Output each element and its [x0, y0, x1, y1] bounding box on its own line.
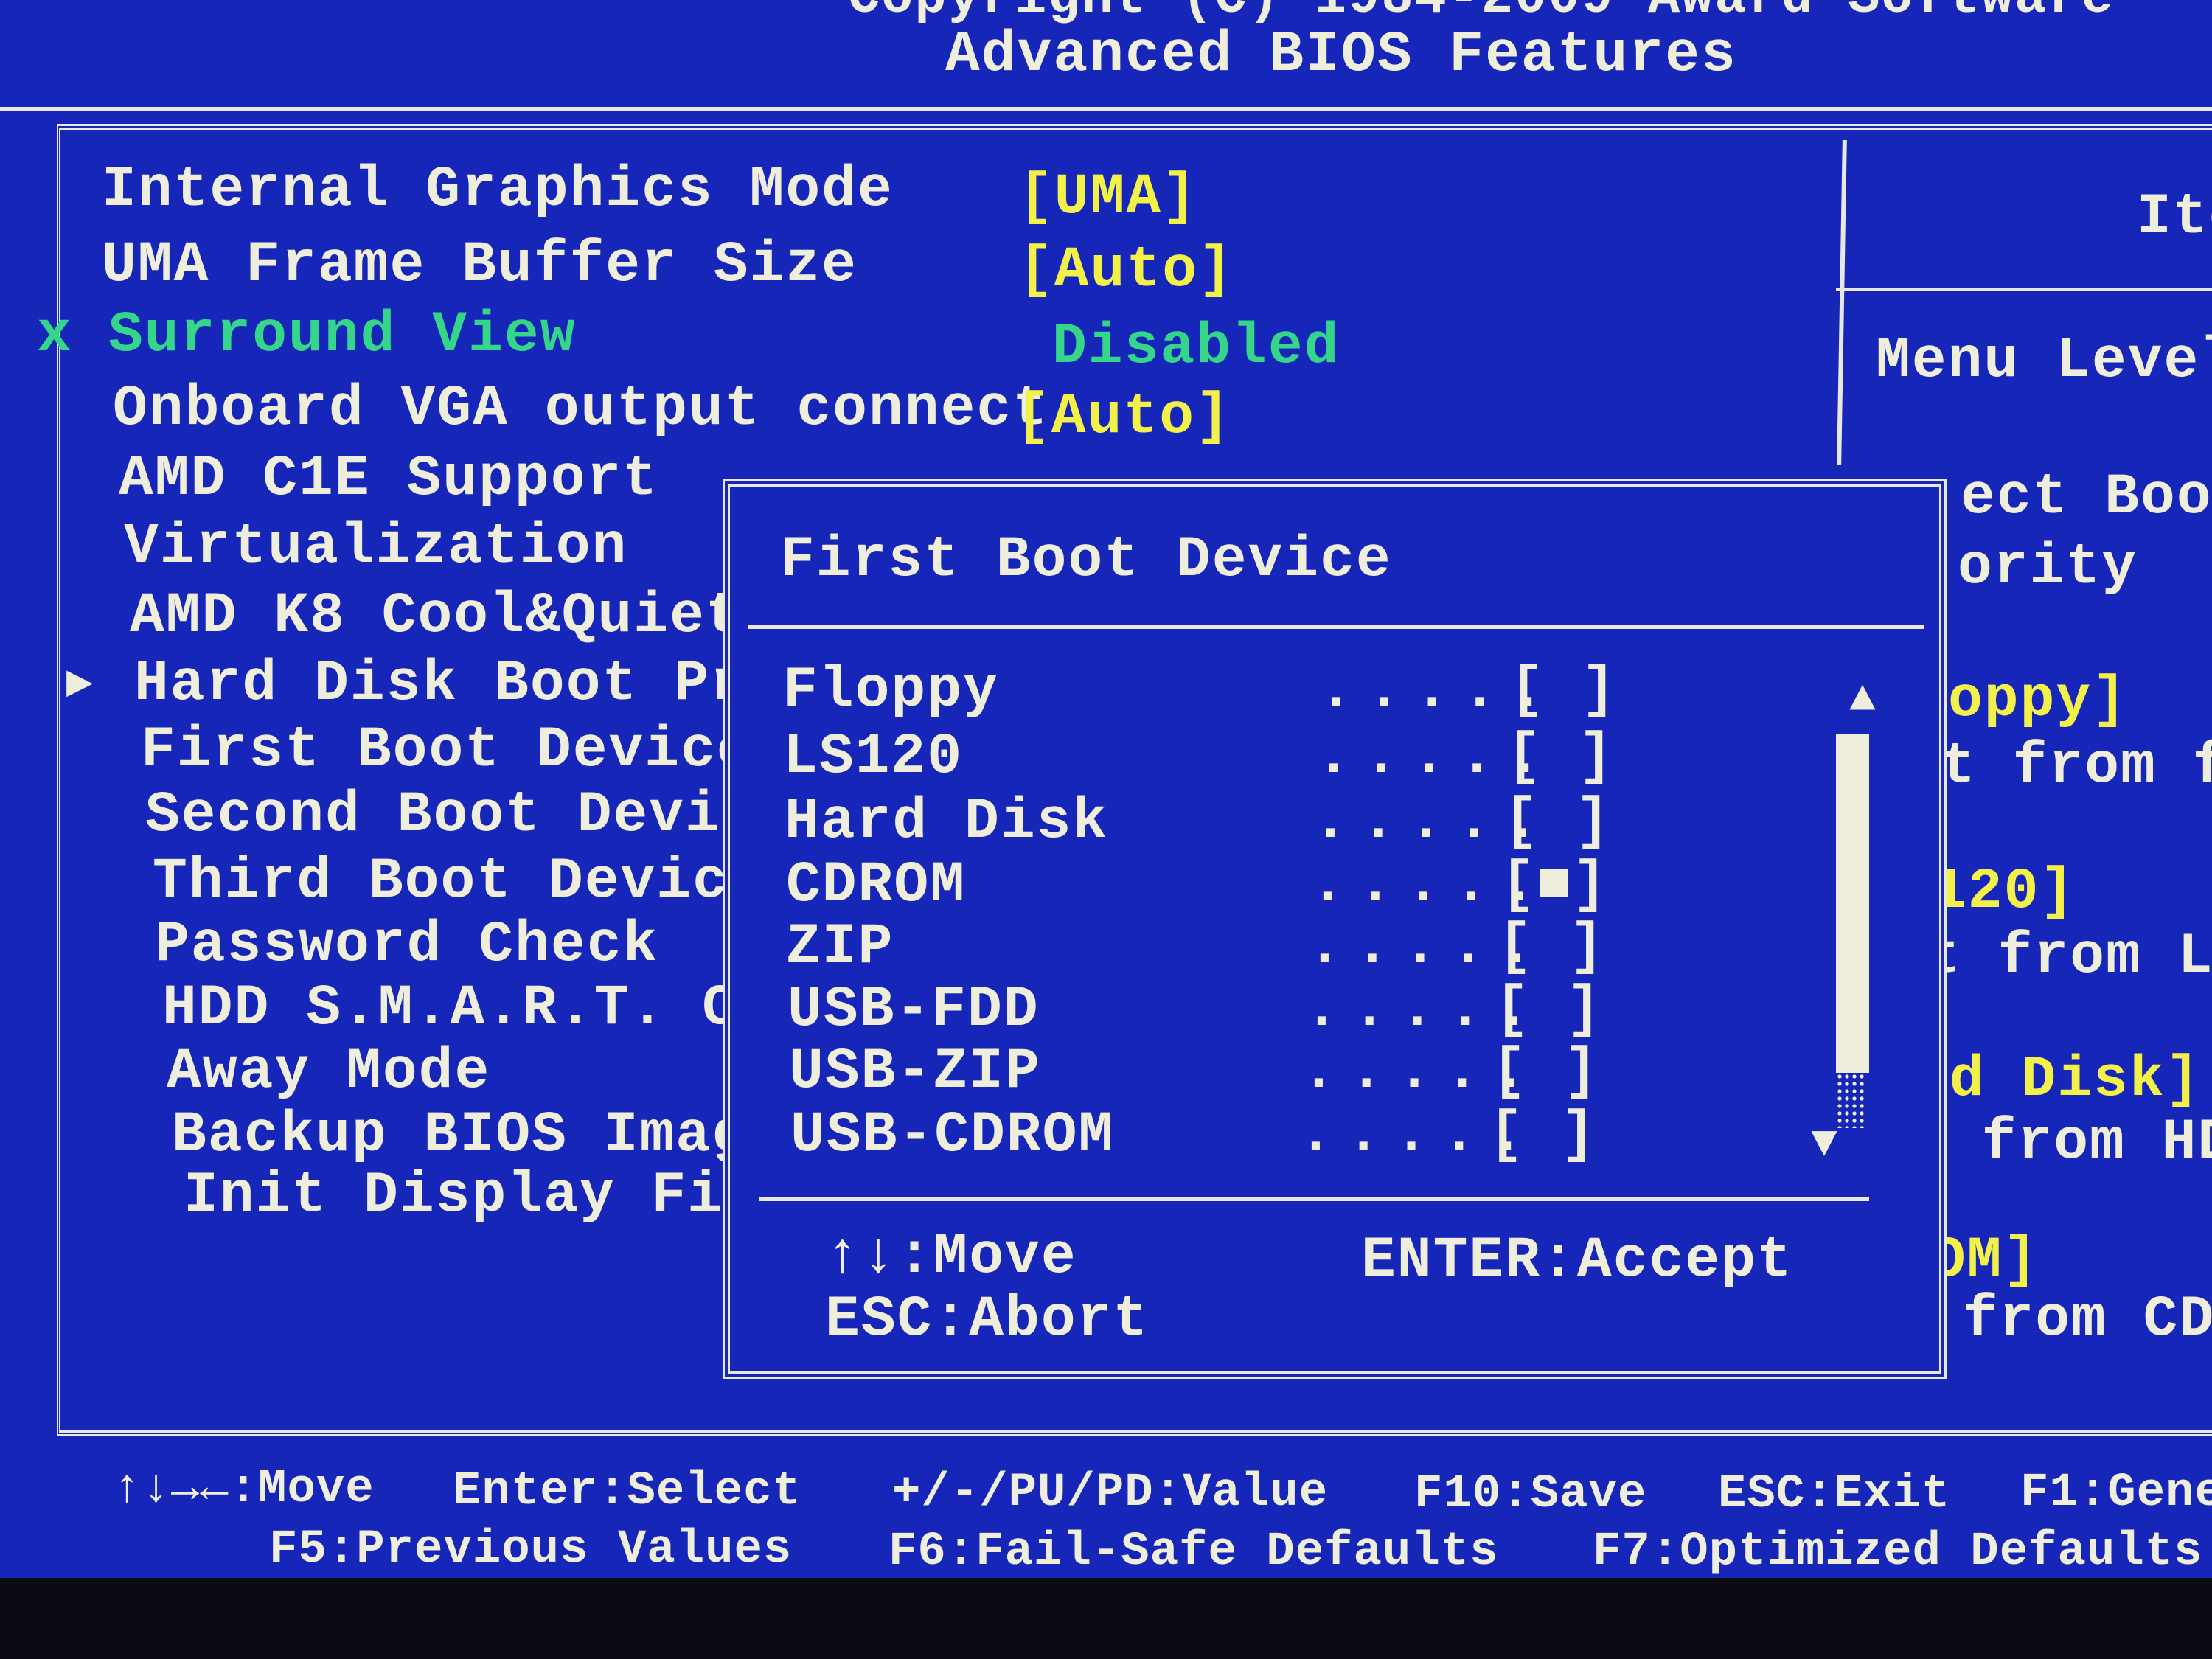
key-exit: ESC:Exit [1718, 1468, 1951, 1521]
dialog-footer-divider [759, 1197, 1869, 1201]
scrollbar-track[interactable] [1836, 1073, 1865, 1128]
setting-hdd-smart[interactable]: HDD S.M.A.R.T. Ca [162, 975, 774, 1042]
setting-uma-frame-buffer-size[interactable]: UMA Frame Buffer Size [102, 232, 858, 299]
option-checkbox[interactable]: [ ] [1509, 658, 1617, 724]
help-line: oppy] [1948, 668, 2129, 733]
key-general-help: F1:Gene [2020, 1467, 2212, 1520]
setting-first-boot-device[interactable]: First Boot Device [141, 717, 753, 784]
help-line: 120] [1932, 860, 2076, 925]
boot-option-ls120[interactable]: LS120 [783, 724, 963, 790]
help-line: t from HDD [1910, 1110, 2212, 1175]
setting-amd-c1e-support[interactable]: AMD C1E Support [119, 446, 658, 512]
boot-option-cdrom[interactable]: CDROM [786, 852, 966, 919]
key-select: Enter:Select [453, 1465, 801, 1518]
setting-backup-bios-image[interactable]: Backup BIOS Image [172, 1102, 784, 1169]
option-checkbox-selected[interactable]: [■] [1500, 852, 1608, 919]
option-checkbox[interactable]: [ ] [1489, 1102, 1596, 1169]
boot-option-usb-fdd[interactable]: USB-FDD [787, 977, 1040, 1043]
help-line: ect Boot [1961, 465, 2212, 530]
key-fail-safe-defaults: F6:Fail-Safe Defaults [888, 1526, 1499, 1578]
setting-cool-and-quiet[interactable]: AMD K8 Cool&Quiet [130, 583, 742, 650]
help-title-divider [1836, 288, 2212, 291]
dialog-title: First Boot Device [780, 528, 1392, 593]
option-checkbox[interactable]: [ ] [1503, 789, 1611, 855]
submenu-hard-disk-boot-priority[interactable]: Hard Disk Boot Pr [134, 651, 746, 717]
key-save: F10:Save [1414, 1468, 1647, 1521]
setting-label: Onboard VGA output connect [113, 377, 1048, 442]
boot-option-floppy[interactable]: Floppy [783, 658, 999, 724]
key-optimized-defaults: F7:Optimized Defaults [1593, 1526, 2203, 1578]
scroll-up-arrow-icon[interactable]: ▲ [1849, 675, 1876, 725]
setting-value: Disabled [1052, 315, 1340, 380]
key-value: +/-/PU/PD:Value [892, 1467, 1329, 1520]
item-help-title: Ite [2137, 185, 2212, 250]
boot-option-usb-cdrom[interactable]: USB-CDROM [790, 1102, 1114, 1169]
help-line: t from LS [1926, 925, 2212, 990]
setting-value[interactable]: [Auto] [1018, 237, 1234, 304]
setting-third-boot-device[interactable]: Third Boot Device [153, 849, 765, 915]
help-line: t from f [1941, 734, 2212, 799]
submenu-arrow-icon: ▶ [66, 659, 95, 709]
help-line: rd Disk] [1913, 1048, 2202, 1113]
disabled-marker: x [37, 303, 73, 368]
boot-option-usb-zip[interactable]: USB-ZIP [789, 1039, 1041, 1105]
bios-screen: Copyright (C) 1984-2009 Award Software A… [0, 0, 2212, 1578]
setting-label: UMA Frame Buffer Size [102, 233, 858, 298]
setting-onboard-vga-output[interactable]: Onboard VGA output connect [113, 376, 1048, 442]
header-divider [0, 107, 2212, 111]
hint-move: ↑↓:Move [825, 1225, 1077, 1290]
setting-label: Internal Graphics Mode [102, 158, 894, 223]
key-move: ↑↓→←:Move [113, 1463, 375, 1516]
option-checkbox[interactable]: [ ] [1506, 724, 1614, 790]
boot-option-zip[interactable]: ZIP [786, 914, 894, 981]
setting-virtualization[interactable]: Virtualization [124, 514, 627, 580]
setting-away-mode[interactable]: Away Mode [167, 1039, 490, 1105]
dialog-title-divider [748, 625, 1924, 629]
setting-init-display-first[interactable]: Init Display Firs [184, 1163, 796, 1229]
setting-second-boot-device[interactable]: Second Boot Devic [145, 782, 757, 849]
help-line: ority [1958, 535, 2138, 600]
setting-surround-view: Surround View [108, 303, 577, 368]
option-checkbox[interactable]: [ ] [1492, 1039, 1599, 1105]
setting-password-check[interactable]: Password Check [155, 912, 658, 978]
key-previous-values: F5:Previous Values [269, 1523, 793, 1576]
hint-accept: ENTER:Accept [1361, 1228, 1793, 1293]
boot-option-hard-disk[interactable]: Hard Disk [785, 789, 1108, 855]
option-checkbox[interactable]: [ ] [1495, 977, 1602, 1043]
setting-internal-graphics-mode[interactable]: Internal Graphics Mode [102, 157, 894, 223]
option-checkbox[interactable]: [ ] [1498, 914, 1605, 981]
menu-level-label: Menu Level [1876, 329, 2212, 394]
scrollbar-thumb[interactable] [1836, 734, 1869, 1073]
hint-abort: ESC:Abort [825, 1287, 1150, 1352]
scroll-down-arrow-icon[interactable]: ▼ [1811, 1119, 1837, 1169]
page-title: Advanced BIOS Features [945, 23, 1737, 88]
setting-value[interactable]: [UMA] [1018, 164, 1198, 231]
setting-value[interactable]: [Auto] [1015, 384, 1231, 451]
